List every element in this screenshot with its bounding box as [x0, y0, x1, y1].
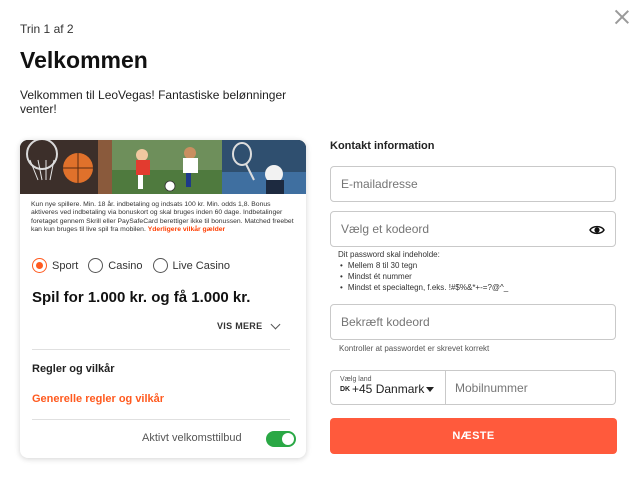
radio-sport[interactable]: Sport [32, 258, 78, 273]
rules-heading: Regler og vilkår [32, 363, 115, 375]
radio-casino[interactable]: Casino [88, 258, 143, 273]
country-code: DK [340, 386, 351, 393]
radio-live-casino[interactable]: Live Casino [152, 258, 231, 273]
list-item: Mindst et specialtegn, f.eks. !#$%&*+-=?… [340, 282, 508, 293]
confirm-password-hint: Kontroller at passwordet er skrevet korr… [339, 344, 490, 353]
radio-sport-label: Sport [52, 259, 79, 272]
promo-banner-image [20, 140, 306, 194]
divider [32, 419, 290, 420]
offer-headline: Spil for 1.000 kr. og få 1.000 kr. [32, 289, 251, 306]
contact-heading: Kontakt information [330, 140, 435, 152]
vis-mere-label: VIS MERE [217, 321, 263, 331]
mobile-field-wrapper [446, 370, 616, 405]
welcome-offer-card: Kun nye spillere. Min. 18 år. indbetalin… [20, 140, 306, 458]
email-field[interactable] [331, 167, 615, 201]
step-indicator: Trin 1 af 2 [20, 22, 74, 36]
list-item: Mellem 8 til 30 tegn [340, 260, 508, 271]
list-item: Mindst ét nummer [340, 271, 508, 282]
welcome-offer-toggle-label: Aktivt velkomsttilbud [142, 432, 242, 444]
general-rules-link[interactable]: Generelle regler og vilkår [32, 393, 164, 405]
offer-terms: Kun nye spillere. Min. 18 år. indbetalin… [31, 201, 299, 235]
caret-down-icon [426, 387, 434, 392]
vis-mere-button[interactable]: VIS MERE [217, 319, 281, 331]
password-field[interactable] [331, 212, 615, 246]
password-requirements-title: Dit password skal indeholde: [338, 250, 440, 259]
chevron-down-icon [270, 319, 281, 329]
password-requirements-list: Mellem 8 til 30 tegn Mindst ét nummer Mi… [338, 260, 508, 293]
radio-casino-label: Casino [108, 259, 143, 272]
country-select[interactable]: Vælg land DK +45 Danmark [330, 370, 446, 405]
radio-casino-indicator[interactable] [88, 258, 104, 273]
offer-terms-link[interactable]: Yderligere vilkår gælder [148, 226, 225, 233]
password-requirements: Dit password skal indeholde: Mellem 8 ti… [338, 249, 508, 293]
divider [32, 349, 290, 350]
close-icon[interactable] [613, 8, 631, 26]
phone-row: Vælg land DK +45 Danmark [330, 370, 616, 405]
radio-live-casino-label: Live Casino [172, 259, 231, 272]
radio-live-casino-indicator[interactable] [152, 258, 168, 273]
confirm-password-wrapper [330, 304, 616, 340]
confirm-password-field[interactable] [331, 305, 615, 339]
eye-icon[interactable] [589, 223, 605, 237]
password-field-wrapper [330, 211, 616, 247]
mobile-number-field[interactable] [446, 371, 615, 404]
product-radio-group: Sport Casino Live Casino [32, 258, 240, 273]
welcome-offer-toggle[interactable] [266, 431, 296, 447]
country-select-value: +45 Danmark [352, 382, 425, 396]
radio-sport-indicator[interactable] [32, 258, 47, 273]
page-title: Velkommen [20, 47, 148, 73]
next-button[interactable]: NÆSTE [330, 418, 617, 454]
email-field-wrapper [330, 166, 616, 202]
page-subtitle: Velkommen til LeoVegas! Fantastiske belø… [20, 88, 287, 116]
